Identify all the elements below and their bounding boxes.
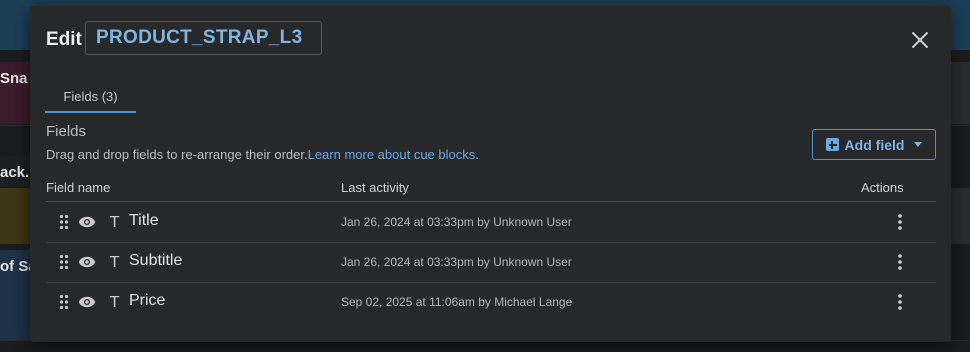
description-text: Drag and drop fields to re-arrange their… <box>46 147 308 162</box>
caret-down-icon <box>914 142 923 147</box>
more-vertical-icon[interactable] <box>896 293 904 311</box>
learn-more-link[interactable]: Learn more about cue blocks <box>308 147 476 162</box>
column-header-last-activity: Last activity <box>341 180 409 195</box>
section-title: Fields <box>46 123 87 140</box>
more-vertical-icon[interactable] <box>896 213 904 231</box>
edit-dialog: Edit PRODUCT_STRAP_L3 Fields (3) Fields … <box>30 6 951 342</box>
description-suffix: . <box>475 147 479 162</box>
dialog-title: Edit <box>46 29 82 50</box>
background-right-1 <box>950 62 970 124</box>
field-name: Subtitle <box>129 252 183 269</box>
table-row: T Price Sep 02, 2025 at 11:06am by Micha… <box>46 282 936 322</box>
plus-square-icon <box>825 138 839 151</box>
tab-fields[interactable]: Fields (3) <box>45 87 136 113</box>
text-type-icon: T <box>110 213 120 231</box>
column-header-actions: Actions <box>861 180 904 195</box>
background-header-right <box>950 0 970 50</box>
add-field-button[interactable]: Add field <box>812 129 936 160</box>
table-row: T Subtitle Jan 26, 2024 at 03:33pm by Un… <box>46 242 936 282</box>
drag-handle-icon[interactable] <box>59 254 69 270</box>
background-right-2 <box>950 188 970 244</box>
more-vertical-icon[interactable] <box>896 253 904 271</box>
add-field-label: Add field <box>844 136 905 153</box>
text-type-icon: T <box>110 293 120 311</box>
cue-block-name: PRODUCT_STRAP_L3 <box>96 27 303 48</box>
eye-icon[interactable] <box>78 255 96 269</box>
field-name: Title <box>129 212 159 229</box>
last-activity: Jan 26, 2024 at 03:33pm by Unknown User <box>341 255 572 269</box>
eye-icon[interactable] <box>78 215 96 229</box>
close-icon[interactable] <box>910 30 930 50</box>
table-header: Field name Last activity Actions <box>46 179 936 201</box>
drag-handle-icon[interactable] <box>59 214 69 230</box>
text-type-icon: T <box>110 253 120 271</box>
last-activity: Jan 26, 2024 at 03:33pm by Unknown User <box>341 215 572 229</box>
table-row: T Title Jan 26, 2024 at 03:33pm by Unkno… <box>46 202 936 242</box>
eye-icon[interactable] <box>78 295 96 309</box>
drag-handle-icon[interactable] <box>59 294 69 310</box>
section-description: Drag and drop fields to re-arrange their… <box>46 147 479 162</box>
pencil-icon[interactable] <box>310 29 311 47</box>
column-header-field-name: Field name <box>46 180 111 195</box>
field-name: Price <box>129 292 166 309</box>
last-activity: Sep 02, 2025 at 11:06am by Michael Lange <box>341 295 573 309</box>
cue-block-name-field[interactable]: PRODUCT_STRAP_L3 <box>85 21 322 55</box>
